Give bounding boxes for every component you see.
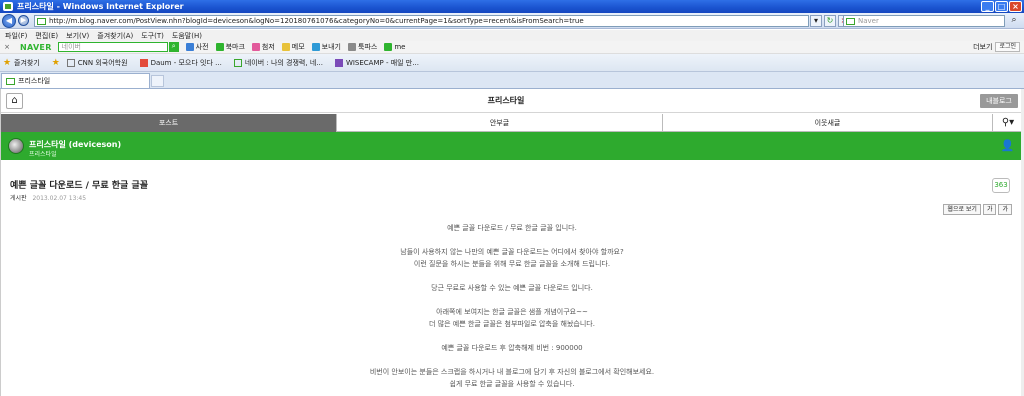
- favorites-bar: ★ 즐겨찾기 ★ CNN 외국어학원 Daum - 모으다 잇다 ... 네이버…: [0, 54, 1024, 72]
- window-controls: _ □ ×: [981, 1, 1022, 12]
- toolbar-attach[interactable]: 첨저: [251, 42, 275, 52]
- favorites-button[interactable]: ★ 즐겨찾기: [3, 58, 40, 68]
- font-large-button[interactable]: 가: [998, 204, 1012, 215]
- toolbar-bookmark[interactable]: 북마크: [215, 42, 245, 52]
- menu-bar: 파일(F) 편집(E) 보기(V) 즐겨찾기(A) 도구(T) 도움말(H): [0, 30, 1024, 41]
- wisecamp-icon: [334, 58, 343, 67]
- post-category[interactable]: 게시판: [10, 195, 27, 202]
- toolbar-login-button[interactable]: 로그인: [995, 42, 1020, 52]
- favorite-item-cnn[interactable]: CNN 외국어학원: [66, 58, 128, 68]
- body-line: 남들이 사용하지 않는 나만의 예쁜 글꼴 다운로드는 어디에서 찾아야 할까요…: [400, 248, 624, 256]
- memo-icon: [281, 43, 290, 51]
- browser-search-placeholder: Naver: [858, 17, 879, 25]
- new-tab-button[interactable]: [151, 75, 164, 87]
- star-icon: ★: [3, 57, 12, 68]
- toolbar-me[interactable]: me: [384, 43, 405, 51]
- favorite-item-naver[interactable]: 네이버 : 나의 경쟁력, 네...: [233, 58, 323, 68]
- post-body: 예쁜 글꼴 다운로드 / 무료 한글 글꼴 입니다. 남들이 사용하지 않는 나…: [1, 222, 1023, 390]
- attach-icon: [251, 43, 260, 51]
- body-line: 당근 무료로 사용할 수 있는 예쁜 글꼴 다운로드 입니다.: [431, 284, 593, 292]
- body-line: 예쁜 글꼴 다운로드 / 무료 한글 글꼴 입니다.: [447, 224, 577, 232]
- toolbar-close-icon[interactable]: ×: [2, 43, 12, 51]
- body-line: 아래쪽에 보여지는 한글 글꼴은 샘플 개념이구요~~: [436, 308, 588, 316]
- blog-subtitle: 프리스타일: [29, 151, 57, 158]
- tab-guestbook[interactable]: 안부글: [337, 114, 663, 132]
- menu-help[interactable]: 도움말(H): [172, 31, 202, 41]
- daum-icon: [139, 58, 148, 67]
- font-small-button[interactable]: 가: [982, 204, 997, 215]
- tab-favicon: [6, 77, 15, 85]
- app-icon: [3, 2, 13, 11]
- menu-file[interactable]: 파일(F): [5, 31, 27, 41]
- page-icon: [66, 58, 75, 67]
- menu-edit[interactable]: 편집(E): [35, 31, 58, 41]
- naver-search-button[interactable]: ⌕: [168, 42, 179, 52]
- tools-icon: [348, 43, 356, 51]
- site-favicon: [37, 17, 46, 25]
- comment-count-badge[interactable]: 363: [992, 178, 1010, 193]
- view-pc-button[interactable]: 웹으로 보기: [943, 204, 981, 215]
- naver-logo: NAVER: [20, 42, 52, 52]
- address-row: ◀ ▶ http://m.blog.naver.com/PostView.nhn…: [0, 13, 1024, 29]
- send-icon: [311, 43, 320, 51]
- back-button[interactable]: ◀: [2, 13, 16, 28]
- bookmark-icon: [215, 43, 224, 51]
- blog-search-icon[interactable]: ⚲▾: [993, 114, 1023, 132]
- toolbar-memo[interactable]: 메모: [281, 42, 305, 52]
- tab-neighbor-posts[interactable]: 이웃새글: [663, 114, 993, 132]
- favorite-item-daum[interactable]: Daum - 모으다 잇다 ...: [139, 58, 222, 68]
- body-line: 더 많은 예쁜 한글 글꼴은 첨부파일로 압축을 해놨습니다.: [429, 320, 595, 328]
- post-meta: 게시판 2013.02.07 13:45: [10, 193, 86, 202]
- body-line: 비번이 안보이는 분들은 스크랩을 하시거나 내 블로그에 담기 후 자신의 블…: [369, 368, 655, 376]
- page-title: 프리스타일: [487, 96, 525, 105]
- address-bar[interactable]: http://m.blog.naver.com/PostView.nhn?blo…: [34, 15, 809, 27]
- naver-toolbar: × NAVER 네이버 ⌕ 사전 북마크 첨저 메모 보내기 툭파스 me 더보…: [0, 41, 1024, 54]
- body-line: 이런 질문을 하시는 분들을 위해 무료 한글 글꼴을 소개해 드립니다.: [413, 260, 611, 268]
- maximize-button[interactable]: □: [995, 1, 1008, 12]
- avatar[interactable]: [8, 138, 24, 154]
- post-date: 2013.02.07 13:45: [32, 195, 87, 202]
- tab-bar: 프리스타일: [0, 72, 1024, 89]
- toolbar-right: 더보기 로그인: [973, 42, 1020, 52]
- favorite-item-wisecamp[interactable]: WISECAMP - 매일 만...: [334, 58, 419, 68]
- toolbar-tools[interactable]: 툭파스: [348, 42, 377, 52]
- toolbar-more[interactable]: 더보기: [973, 42, 992, 52]
- minimize-button[interactable]: _: [981, 1, 994, 12]
- search-icon[interactable]: ⌕: [1007, 15, 1021, 27]
- page-header: ⌂ 프리스타일 내블로그: [1, 89, 1023, 113]
- menu-view[interactable]: 보기(V): [66, 31, 89, 41]
- naver-icon: [233, 58, 242, 67]
- dictionary-icon: [185, 43, 194, 51]
- toolbar-send[interactable]: 보내기: [311, 42, 341, 52]
- close-button[interactable]: ×: [1009, 1, 1022, 12]
- menu-favorites[interactable]: 즐겨찾기(A): [97, 31, 133, 41]
- browser-search-input[interactable]: Naver: [843, 15, 1005, 27]
- add-neighbor-icon[interactable]: 👤: [1000, 139, 1015, 153]
- body-line: 쉽게 무료 한글 글꼴을 사용할 수 있습니다.: [449, 380, 575, 388]
- toolbar-dictionary[interactable]: 사전: [185, 42, 209, 52]
- body-line: 예쁜 글꼴 다운로드 후 압축해제 비번 : 900000: [441, 344, 583, 352]
- post-actions: 웹으로 보기 가 가: [943, 204, 1012, 215]
- post-title: 예쁜 글꼴 다운로드 / 무료 한글 글꼴: [10, 181, 149, 191]
- window-titlebar: 프리스타일 - Windows Internet Explorer _ □ ×: [0, 0, 1024, 13]
- my-blog-button[interactable]: 내블로그: [980, 94, 1018, 108]
- add-favorite-icon[interactable]: ★: [52, 58, 63, 67]
- blog-profile-bar: 프리스타일 (deviceson) 프리스타일 👤: [1, 132, 1023, 160]
- forward-button[interactable]: ▶: [18, 15, 29, 26]
- refresh-icon[interactable]: ↻: [824, 15, 836, 27]
- naver-search-favicon: [846, 17, 855, 25]
- blog-tabs: 포스트 안부글 이웃새글 ⚲▾: [1, 114, 1023, 132]
- page-content: ⌂ 프리스타일 내블로그 포스트 안부글 이웃새글 ⚲▾ 프리스타일 (devi…: [0, 89, 1024, 396]
- menu-tools[interactable]: 도구(T): [141, 31, 164, 41]
- naver-search-input[interactable]: 네이버: [57, 42, 168, 52]
- tab-current[interactable]: 프리스타일: [1, 73, 150, 88]
- address-url: http://m.blog.naver.com/PostView.nhn?blo…: [49, 17, 584, 25]
- address-dropdown-icon[interactable]: ▾: [810, 15, 822, 27]
- window-title: 프리스타일 - Windows Internet Explorer: [17, 2, 184, 11]
- tab-posts[interactable]: 포스트: [1, 114, 337, 132]
- me-icon: [384, 43, 393, 51]
